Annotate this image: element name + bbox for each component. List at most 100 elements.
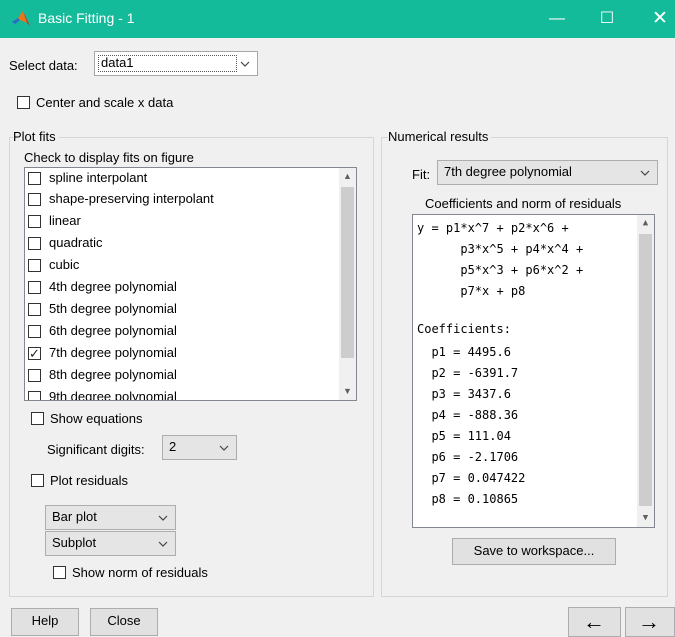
list-item[interactable]: 4th degree polynomial: [25, 277, 340, 298]
fit-label: 5th degree polynomial: [49, 301, 177, 316]
fit-checkbox[interactable]: [28, 172, 41, 185]
scroll-thumb[interactable]: [639, 234, 652, 506]
fit-value: 7th degree polynomial: [444, 164, 572, 179]
significant-digits-value: 2: [169, 439, 177, 454]
list-item[interactable]: ✓ 7th degree polynomial: [25, 343, 340, 364]
fit-label: 9th degree polynomial: [49, 389, 177, 401]
close-label: Close: [107, 613, 141, 628]
chevron-down-icon: [219, 445, 229, 451]
fit-label: 7th degree polynomial: [49, 345, 177, 360]
fit-label: quadratic: [49, 235, 103, 250]
list-item[interactable]: shape-preserving interpolant: [25, 189, 340, 210]
save-to-workspace-button[interactable]: Save to workspace...: [452, 538, 616, 565]
fit-label: cubic: [49, 257, 80, 272]
show-equations-checkbox[interactable]: [31, 412, 44, 425]
list-item[interactable]: spline interpolant: [25, 168, 340, 189]
show-norm-label: Show norm of residuals: [72, 565, 208, 580]
fit-checkbox[interactable]: [28, 369, 41, 382]
significant-digits-label: Significant digits:: [47, 442, 145, 457]
scroll-up-icon[interactable]: ▲: [637, 215, 654, 232]
scroll-down-icon[interactable]: ▼: [339, 383, 356, 400]
fit-label: 4th degree polynomial: [49, 279, 177, 294]
result-line: p3 = 3437.6: [417, 387, 511, 401]
fit-checkbox[interactable]: [28, 325, 41, 338]
list-item[interactable]: linear: [25, 211, 340, 232]
result-line: p1 = 4495.6: [417, 345, 511, 359]
list-item[interactable]: 9th degree polynomial: [25, 387, 340, 401]
plot-fits-subtitle: Check to display fits on figure: [24, 150, 194, 165]
result-line: p3*x^5 + p4*x^4 +: [417, 242, 584, 256]
fit-checkbox[interactable]: [28, 237, 41, 250]
scroll-up-icon[interactable]: ▲: [339, 168, 356, 185]
fit-label: spline interpolant: [49, 170, 148, 185]
fit-label: Fit:: [412, 167, 431, 182]
fit-dropdown[interactable]: 7th degree polynomial: [437, 160, 658, 185]
plot-residuals-checkbox[interactable]: [31, 474, 44, 487]
fit-checkbox[interactable]: [28, 303, 41, 316]
matlab-logo-icon: [12, 11, 30, 26]
significant-digits-dropdown[interactable]: 2: [162, 435, 237, 460]
fit-label: shape-preserving interpolant: [49, 191, 214, 206]
residual-plot-location-dropdown[interactable]: Subplot: [45, 531, 176, 556]
plot-residuals-label: Plot residuals: [50, 473, 129, 488]
list-item[interactable]: cubic: [25, 255, 340, 276]
back-button[interactable]: ←: [568, 607, 621, 637]
results-scrollbar[interactable]: ▲ ▼: [637, 215, 654, 527]
forward-button[interactable]: →: [625, 607, 675, 637]
window-title: Basic Fitting - 1: [38, 10, 135, 26]
residual-plot-type-dropdown[interactable]: Bar plot: [45, 505, 176, 530]
select-data-label: Select data:: [9, 58, 78, 73]
show-equations-label: Show equations: [50, 411, 143, 426]
chevron-down-icon: [640, 170, 650, 176]
center-scale-checkbox[interactable]: [17, 96, 30, 109]
list-item[interactable]: 8th degree polynomial: [25, 365, 340, 386]
fits-list-scrollbar[interactable]: ▲ ▼: [339, 168, 356, 400]
coefficients-header: Coefficients and norm of residuals: [425, 196, 622, 211]
list-item[interactable]: 6th degree polynomial: [25, 321, 340, 342]
help-button[interactable]: Help: [11, 608, 79, 636]
select-data-dropdown[interactable]: data1: [94, 51, 258, 76]
minimize-button[interactable]: —: [537, 4, 577, 34]
select-data-value: data1: [101, 55, 134, 70]
chevron-down-icon: [158, 541, 168, 547]
results-text-area[interactable]: y = p1*x^7 + p2*x^6 + p3*x^5 + p4*x^4 + …: [412, 214, 655, 528]
result-line: y = p1*x^7 + p2*x^6 +: [417, 221, 569, 235]
fit-label: linear: [49, 213, 81, 228]
maximize-button[interactable]: ☐: [587, 4, 627, 34]
result-line: p7*x + p8: [417, 284, 526, 298]
fit-label: 6th degree polynomial: [49, 323, 177, 338]
list-item[interactable]: 5th degree polynomial: [25, 299, 340, 320]
result-line: p4 = -888.36: [417, 408, 519, 422]
chevron-down-icon: [158, 515, 168, 521]
center-scale-label: Center and scale x data: [36, 95, 174, 110]
scroll-down-icon[interactable]: ▼: [637, 510, 654, 527]
checkmark-icon: ✓: [29, 346, 40, 361]
result-line: Coefficients:: [417, 322, 511, 336]
help-label: Help: [31, 613, 59, 628]
title-bar: Basic Fitting - 1 — ☐ ✕: [0, 0, 675, 38]
close-window-button[interactable]: ✕: [640, 4, 675, 34]
fit-checkbox[interactable]: [28, 259, 41, 272]
close-button[interactable]: Close: [90, 608, 158, 636]
chevron-down-icon: [240, 61, 250, 67]
fit-checkbox[interactable]: [28, 193, 41, 206]
fits-list[interactable]: spline interpolant shape-preserving inte…: [24, 167, 357, 401]
result-line: p6 = -2.1706: [417, 450, 519, 464]
numerical-results-title: Numerical results: [388, 129, 492, 144]
list-item[interactable]: quadratic: [25, 233, 340, 254]
result-line: p2 = -6391.7: [417, 366, 519, 380]
result-line: p7 = 0.047422: [417, 471, 526, 485]
save-to-workspace-label: Save to workspace...: [473, 543, 595, 558]
arrow-left-icon: ←: [583, 609, 605, 634]
fit-checkbox[interactable]: [28, 281, 41, 294]
fit-checkbox[interactable]: ✓: [28, 346, 41, 361]
fit-checkbox[interactable]: [28, 215, 41, 228]
fit-checkbox[interactable]: [28, 391, 41, 400]
result-line: p8 = 0.10865: [417, 492, 519, 506]
residual-plot-location-value: Subplot: [52, 535, 97, 550]
show-norm-checkbox[interactable]: [53, 566, 66, 579]
result-line: p5*x^3 + p6*x^2 +: [417, 263, 584, 277]
scroll-thumb[interactable]: [341, 187, 354, 358]
plot-fits-title: Plot fits: [13, 129, 59, 144]
result-line: p5 = 111.04: [417, 429, 511, 443]
